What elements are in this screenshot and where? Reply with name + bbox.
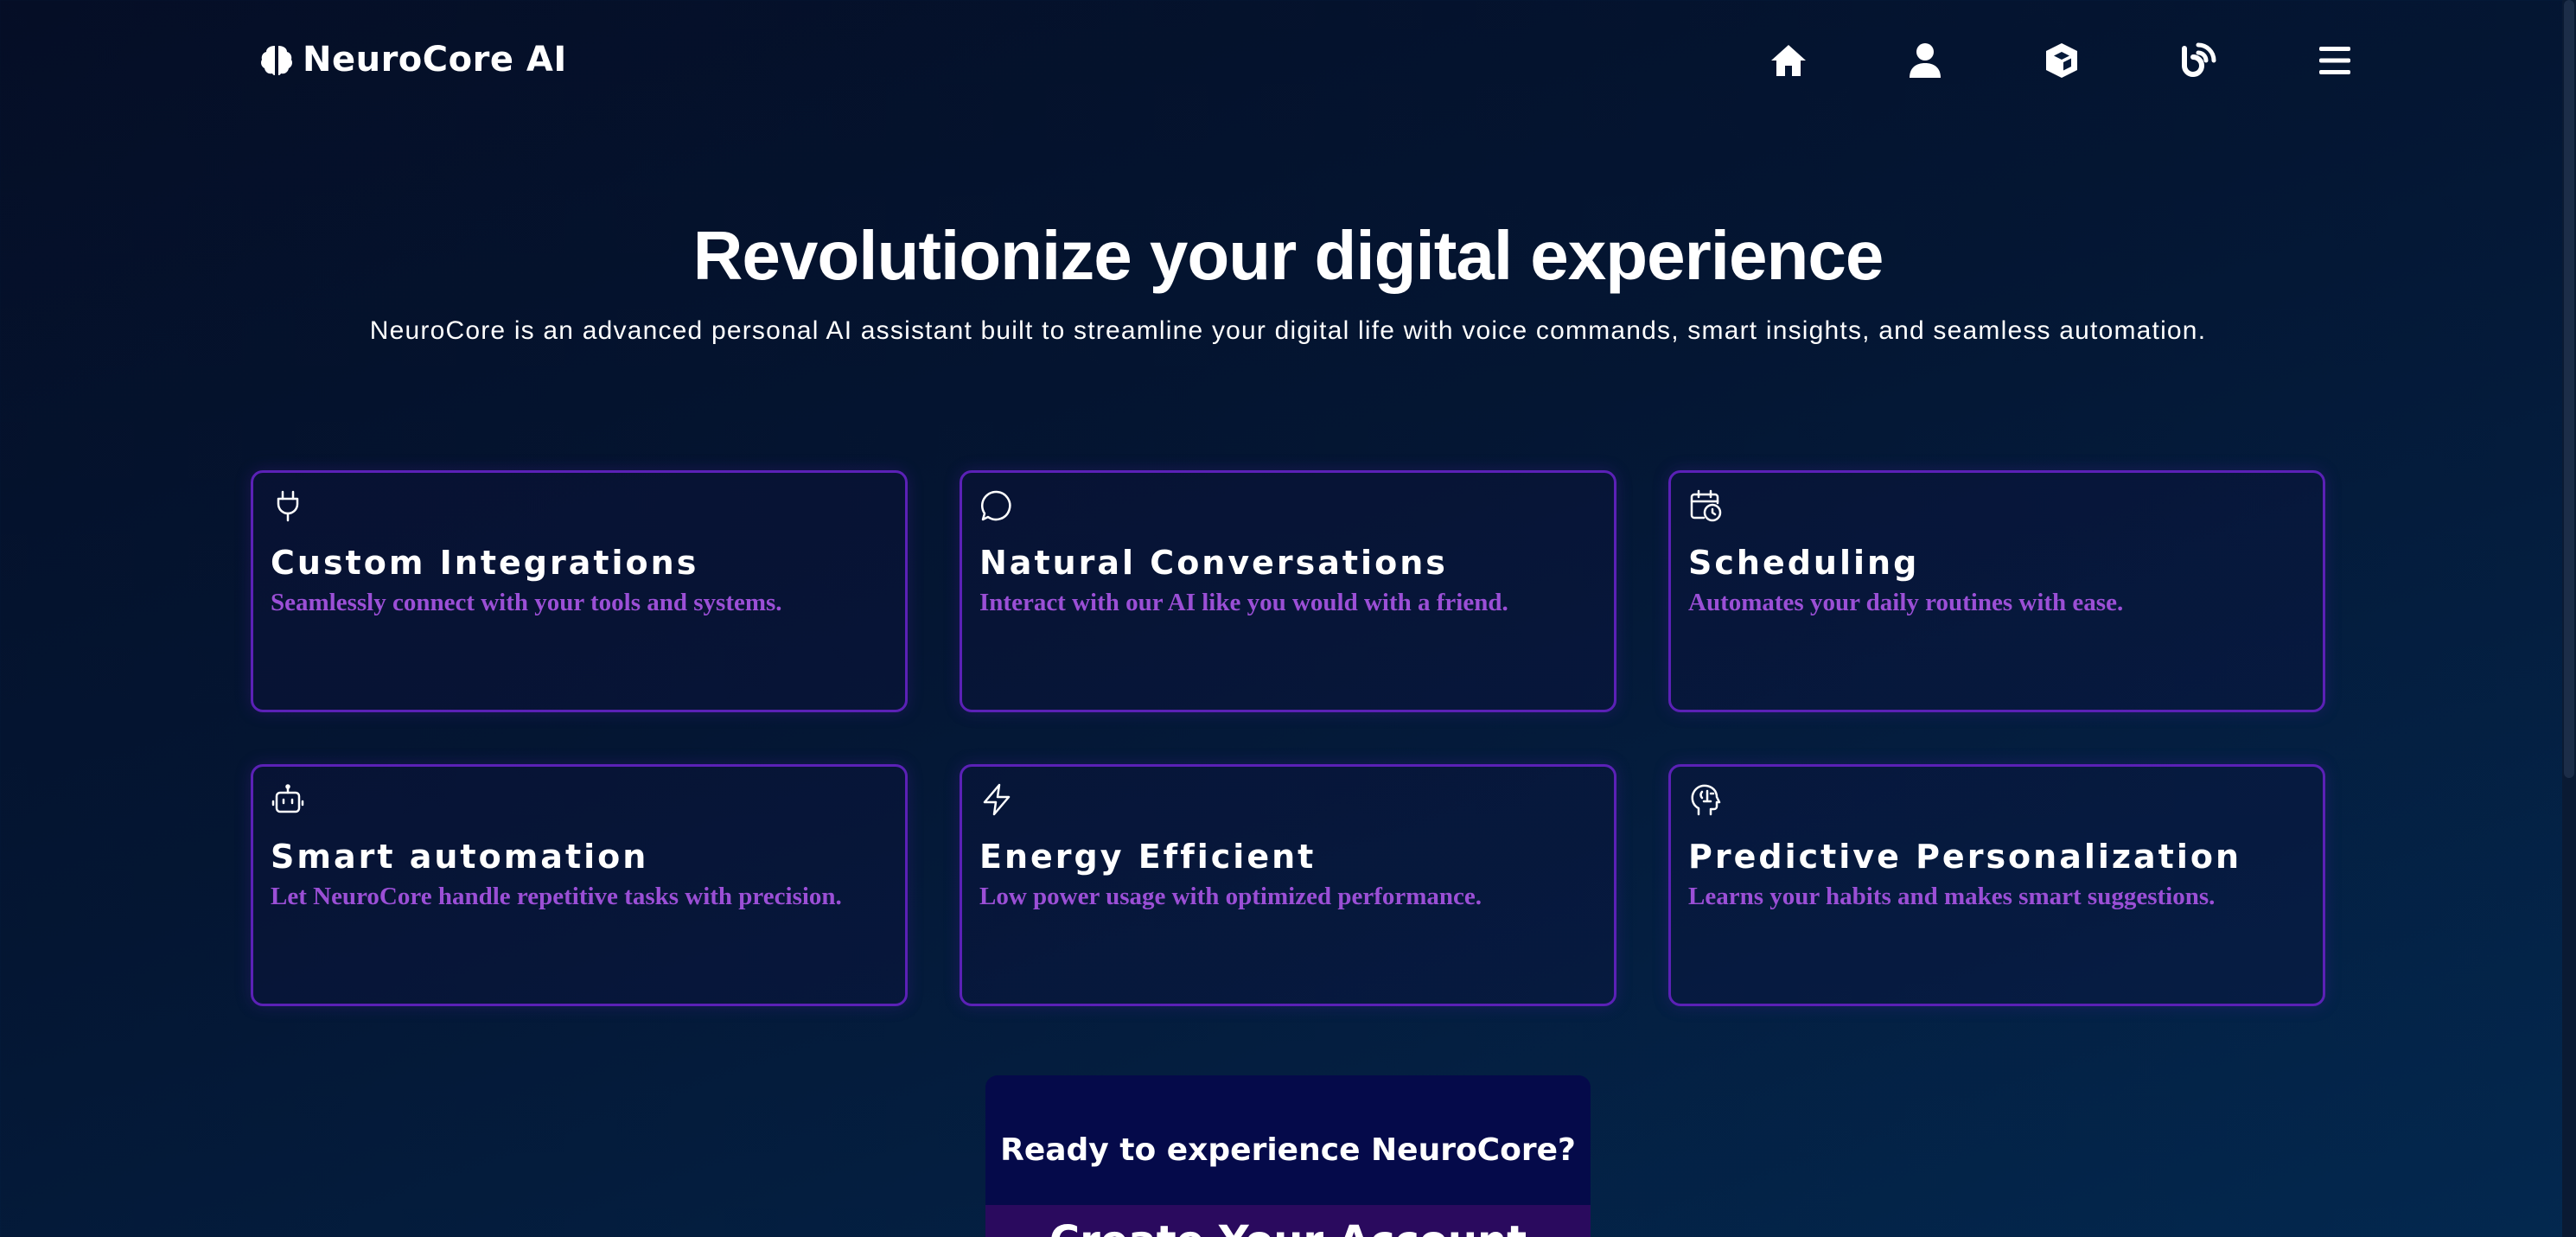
chat-bubble-icon: [979, 488, 1014, 523]
feature-description: Learns your habits and makes smart sugge…: [1688, 883, 2216, 910]
feature-title: Scheduling: [1688, 544, 1920, 582]
feature-title: Custom Integrations: [271, 544, 699, 582]
nav-menu[interactable]: [2267, 35, 2403, 86]
menu-icon: [2314, 40, 2356, 81]
feature-description: Automates your daily routines with ease.: [1688, 589, 2124, 616]
cube-icon: [2041, 40, 2082, 81]
feature-card-predictive-personalization: Predictive Personalization Learns your h…: [1668, 764, 2325, 1006]
feature-description: Interact with our AI like you would with…: [979, 589, 1508, 616]
main-nav: [1720, 35, 2403, 86]
nav-products[interactable]: [1993, 35, 2130, 86]
feature-description: Low power usage with optimized performan…: [979, 883, 1482, 910]
calendar-clock-icon: [1688, 488, 1723, 523]
feature-title: Natural Conversations: [979, 544, 1448, 582]
feature-card-energy-efficient: Energy Efficient Low power usage with op…: [960, 764, 1616, 1006]
robot-icon: [271, 782, 305, 817]
logo[interactable]: NeuroCore AI: [258, 40, 567, 80]
hero-title: Revolutionize your digital experience: [692, 217, 1884, 294]
lightning-icon: [979, 782, 1014, 817]
feature-title: Predictive Personalization: [1688, 838, 2242, 876]
nav-blog[interactable]: [2130, 35, 2267, 86]
scrollbar-thumb[interactable]: [2564, 0, 2574, 778]
feature-description: Seamlessly connect with your tools and s…: [271, 589, 782, 616]
cta-title: Ready to experience NeuroCore?: [1000, 1132, 1576, 1168]
feature-card-custom-integrations: Custom Integrations Seamlessly connect w…: [251, 470, 908, 712]
feature-card-smart-automation: Smart automation Let NeuroCore handle re…: [251, 764, 908, 1006]
blog-icon: [2177, 40, 2219, 81]
feature-title: Energy Efficient: [979, 838, 1317, 876]
cta-panel: Ready to experience NeuroCore? Create Yo…: [985, 1075, 1591, 1237]
plug-icon: [271, 488, 305, 523]
create-account-button[interactable]: Create Your Account: [985, 1205, 1591, 1237]
hero-subtitle: NeuroCore is an advanced personal AI ass…: [369, 316, 2207, 345]
nav-profile[interactable]: [1857, 35, 1993, 86]
features-grid: Custom Integrations Seamlessly connect w…: [251, 470, 2325, 1006]
nav-home[interactable]: [1720, 35, 1857, 86]
user-icon: [1904, 40, 1946, 81]
site-header: NeuroCore AI: [0, 0, 2576, 130]
feature-title: Smart automation: [271, 838, 649, 876]
brain-icon: [258, 41, 296, 79]
scrollbar[interactable]: [2562, 0, 2576, 1237]
feature-card-scheduling: Scheduling Automates your daily routines…: [1668, 470, 2325, 712]
home-icon: [1768, 40, 1809, 81]
logo-text: NeuroCore AI: [303, 40, 567, 80]
brain-head-icon: [1688, 782, 1723, 817]
feature-card-natural-conversations: Natural Conversations Interact with our …: [960, 470, 1616, 712]
feature-description: Let NeuroCore handle repetitive tasks wi…: [271, 883, 842, 910]
